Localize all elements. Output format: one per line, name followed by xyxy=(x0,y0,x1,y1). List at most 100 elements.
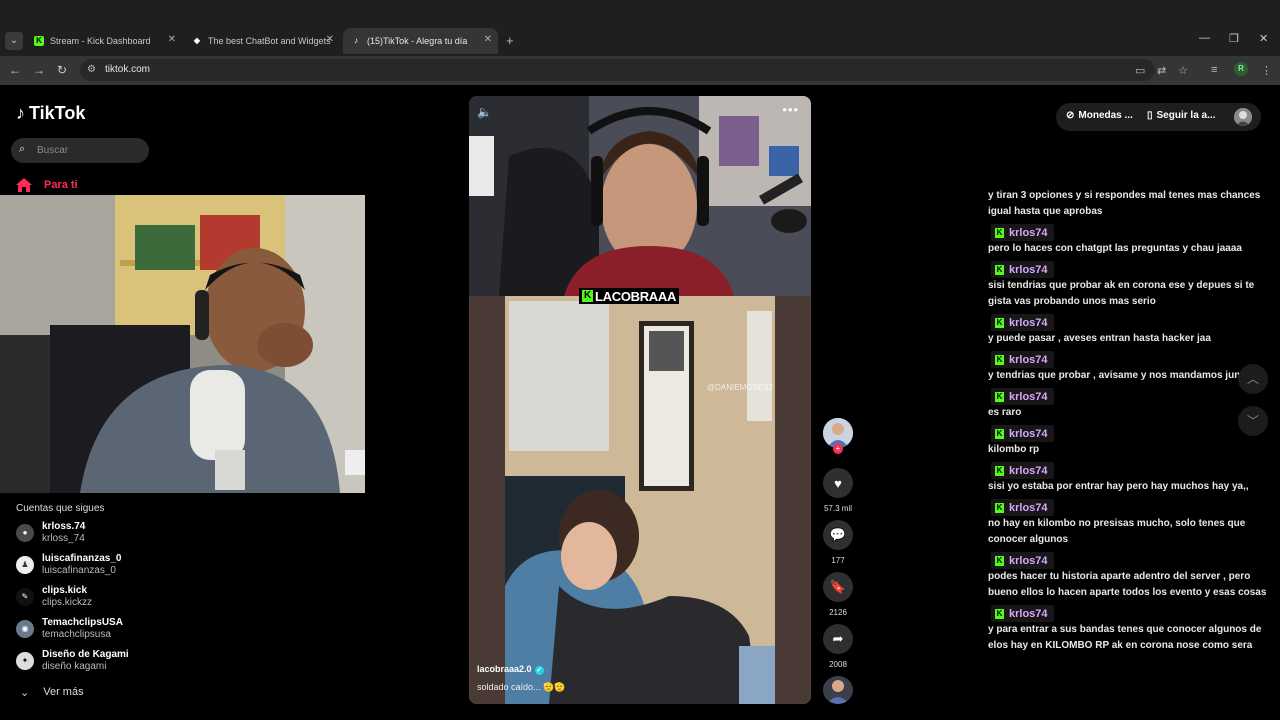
previous-video-button[interactable]: ︿ xyxy=(1238,364,1268,394)
see-more-button[interactable]: ⌄ Ver más xyxy=(20,686,84,699)
chat-username[interactable]: Kkrlos74 xyxy=(991,388,1054,405)
following-section-title: Cuentas que sigues xyxy=(16,503,105,514)
following-account[interactable]: ● krloss.74 krloss_74 xyxy=(16,520,85,546)
tiktok-logo[interactable]: ♪ TikTok xyxy=(16,103,85,124)
more-options-icon[interactable]: ••• xyxy=(782,102,799,117)
chat-message: pero lo haces con chatgpt las preguntas … xyxy=(988,243,1242,254)
close-tab-icon[interactable]: ✕ xyxy=(168,34,176,45)
save-button[interactable]: 🔖 2126 xyxy=(823,572,853,617)
overlay-text: LACOBRAAA xyxy=(595,288,677,304)
chat-username[interactable]: Kkrlos74 xyxy=(991,605,1054,622)
chat-message: kilombo rp xyxy=(988,444,1040,455)
chevron-up-icon: ︿ xyxy=(1246,372,1259,386)
kick-badge-icon: K xyxy=(995,465,1004,476)
bookmark-icon: 🔖 xyxy=(823,572,853,602)
profile-avatar-image xyxy=(1234,108,1252,126)
chat-username[interactable]: Kkrlos74 xyxy=(991,552,1054,569)
sound-avatar-image xyxy=(823,676,853,704)
browser-menu-icon[interactable]: ⋮ xyxy=(1261,64,1272,77)
comment-icon: 💬 xyxy=(823,520,853,550)
account-username: clips.kickzz xyxy=(42,597,93,608)
url-field[interactable]: ⚙ tiktok.com xyxy=(80,59,1155,81)
tiktok-note-icon: ♪ xyxy=(16,103,25,123)
video-frame-bottom xyxy=(469,296,811,704)
translate-icon[interactable]: ⇄ xyxy=(1157,64,1166,77)
avatar: ✦ xyxy=(16,652,34,670)
share-arrow-icon: ➦ xyxy=(823,624,853,654)
chat-message: y puede pasar , aveses entran hasta hack… xyxy=(988,333,1211,344)
chat-username-text: krlos74 xyxy=(1009,353,1048,366)
get-app-label: Seguir la a... xyxy=(1156,110,1216,121)
video-author[interactable]: lacobraaa2.0 ✓ xyxy=(477,664,544,675)
account-name: clips.kick xyxy=(42,585,88,596)
chat-message: sisi tendrias que probar ak en corona es… xyxy=(988,280,1255,307)
video-clip-section xyxy=(469,296,811,704)
bookmark-star-icon[interactable]: ☆ xyxy=(1178,64,1188,77)
reload-icon[interactable]: ↻ xyxy=(57,63,67,77)
video-caption: soldado caído... 🫡🫡 xyxy=(477,682,566,692)
search-input[interactable]: ⌕ Buscar xyxy=(11,138,149,163)
coins-button[interactable]: ⊘ Monedas ... xyxy=(1066,110,1133,121)
restore-icon[interactable]: ❐ xyxy=(1229,32,1239,45)
follow-plus-icon[interactable]: + xyxy=(833,444,843,454)
tab-title: (15)TikTok - Alegra tu día xyxy=(367,36,468,46)
like-count: 57.3 mil xyxy=(823,504,852,513)
nav-for-you[interactable]: Para ti xyxy=(16,178,78,192)
tab-tiktok[interactable]: ♪ (15)TikTok - Alegra tu día ✕ xyxy=(343,28,498,54)
profile-avatar[interactable] xyxy=(1234,108,1252,126)
new-tab-icon[interactable]: + xyxy=(506,33,514,48)
nav-for-you-label: Para ti xyxy=(44,179,78,191)
comment-button[interactable]: 💬 177 xyxy=(823,520,853,565)
chat-username[interactable]: Kkrlos74 xyxy=(991,224,1054,241)
avatar: ◉ xyxy=(16,620,34,638)
chat-username-row: Kkrlos74 xyxy=(988,310,1278,331)
sound-avatar[interactable] xyxy=(823,676,853,704)
kick-badge-icon: K xyxy=(995,317,1004,328)
browser-profile-avatar[interactable]: R xyxy=(1234,62,1248,76)
webcam-image xyxy=(0,195,365,493)
like-button[interactable]: ♥ 57.3 mil xyxy=(823,468,853,513)
chat-username[interactable]: Kkrlos74 xyxy=(991,351,1054,368)
chat-username[interactable]: Kkrlos74 xyxy=(991,499,1054,516)
chat-username-row: Kkrlos74 xyxy=(988,257,1278,278)
avatar: ✎ xyxy=(16,588,34,606)
home-icon xyxy=(16,178,32,192)
share-button[interactable]: ➦ 2008 xyxy=(823,624,853,669)
account-username: krloss_74 xyxy=(42,533,85,544)
next-video-button[interactable]: ﹀ xyxy=(1238,406,1268,436)
close-tab-icon[interactable]: ✕ xyxy=(484,34,492,45)
tab-chatbot[interactable]: ◆ The best ChatBot and Widgets ✕ xyxy=(192,30,334,52)
tab-kick-dashboard[interactable]: K Stream - Kick Dashboard ✕ xyxy=(34,30,176,52)
forward-icon[interactable]: → xyxy=(33,63,45,77)
following-account[interactable]: ♟ luiscafinanzas_0 luiscafinanzas_0 xyxy=(16,552,121,578)
coins-label: Monedas ... xyxy=(1078,110,1133,121)
tab-search-icon[interactable]: ⌄ xyxy=(5,32,23,50)
kick-badge-icon: K xyxy=(995,555,1004,566)
chat-username[interactable]: Kkrlos74 xyxy=(991,425,1054,442)
chat-username[interactable]: Kkrlos74 xyxy=(991,261,1054,278)
account-name: TemachclipsUSA xyxy=(42,617,123,628)
following-account[interactable]: ✦ Diseño de Kagami diseño kagami xyxy=(16,648,129,674)
site-info-icon[interactable]: ⚙ xyxy=(87,64,99,76)
following-account[interactable]: ✎ clips.kick clips.kickzz xyxy=(16,584,92,610)
chatbot-favicon-icon: ◆ xyxy=(193,36,201,45)
account-name: Diseño de Kagami xyxy=(42,649,129,660)
chat-message: es raro xyxy=(988,407,1022,418)
cast-icon[interactable]: ▭ xyxy=(1135,64,1145,77)
heart-icon: ♥ xyxy=(823,468,853,498)
chat-username[interactable]: Kkrlos74 xyxy=(991,314,1054,331)
get-app-button[interactable]: ▯ Seguir la a... xyxy=(1147,110,1215,121)
comment-count: 177 xyxy=(831,556,845,565)
volume-icon[interactable]: 🔈 xyxy=(477,105,492,119)
reading-list-icon[interactable]: ≡ xyxy=(1211,64,1217,76)
close-window-icon[interactable]: ✕ xyxy=(1259,32,1268,45)
following-account[interactable]: ◉ TemachclipsUSA temachclipsusa xyxy=(16,616,123,642)
chat-username[interactable]: Kkrlos74 xyxy=(991,462,1054,479)
video-player[interactable]: K LACOBRAAA 🔈 ••• @DANIEMOSES2 lacobraaa… xyxy=(469,96,811,704)
minimize-icon[interactable]: — xyxy=(1199,32,1210,44)
close-tab-icon[interactable]: ✕ xyxy=(326,34,334,45)
url-text: tiktok.com xyxy=(105,64,151,75)
back-icon[interactable]: ← xyxy=(9,63,21,77)
video-overlay-label: K LACOBRAAA xyxy=(579,288,680,304)
tiktok-favicon-icon: ♪ xyxy=(354,36,358,45)
